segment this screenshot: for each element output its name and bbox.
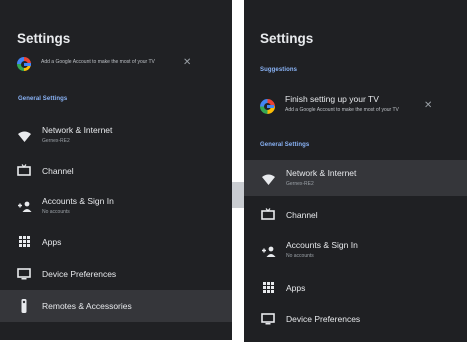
settings-item-device-preferences[interactable]: Device Preferences (0, 257, 232, 291)
settings-panel-left: Settings Add a Google Account to make th… (0, 0, 232, 340)
page-title: Settings (260, 31, 314, 46)
settings-item-label: Apps (286, 283, 306, 293)
tv-icon (260, 206, 276, 222)
add-person-icon (16, 198, 32, 214)
settings-item-network[interactable]: Network & Internet Gernex-RE2 (0, 120, 232, 154)
settings-item-label: Accounts & Sign In (42, 196, 114, 206)
settings-item-sub: Gernex-RE2 (42, 138, 70, 144)
close-icon[interactable]: ✕ (183, 58, 191, 68)
settings-item-sub: No accounts (286, 253, 314, 259)
setup-card-text: Add a Google Account to make the most of… (285, 107, 399, 113)
section-general-settings: General Settings (18, 96, 68, 102)
settings-item-label: Device Preferences (286, 314, 361, 324)
page-title: Settings (17, 31, 71, 46)
monitor-icon (16, 266, 32, 282)
settings-item-apps[interactable]: Apps (0, 225, 232, 259)
settings-item-network[interactable]: Network & Internet Gernex-RE2 (244, 160, 467, 196)
google-icon (17, 57, 31, 71)
setup-card-title: Finish setting up your TV (285, 94, 379, 104)
settings-item-label: Accounts & Sign In (286, 240, 358, 250)
section-general-settings: General Settings (260, 142, 310, 148)
settings-item-apps[interactable]: Apps (244, 271, 467, 305)
panel-divider (232, 0, 244, 342)
settings-item-channel[interactable]: Channel (244, 198, 467, 232)
google-icon (260, 99, 275, 114)
settings-item-channel[interactable]: Channel (0, 154, 232, 188)
add-person-icon (260, 243, 276, 259)
wifi-icon (260, 171, 276, 187)
settings-item-label: Network & Internet (286, 168, 357, 178)
settings-item-remotes[interactable]: Remotes & Accessories (0, 290, 232, 322)
settings-item-label: Channel (42, 166, 74, 176)
remote-icon (16, 298, 32, 314)
account-card-text: Add a Google Account to make the most of… (41, 59, 155, 65)
settings-item-label: Network & Internet (42, 125, 113, 135)
close-icon[interactable]: ✕ (424, 101, 432, 111)
settings-item-accounts[interactable]: Accounts & Sign In No accounts (244, 234, 467, 268)
scroll-tab (232, 182, 244, 208)
settings-item-sub: Gernex-RE2 (286, 181, 314, 187)
settings-item-device-preferences[interactable]: Device Preferences (244, 302, 467, 336)
settings-item-label: Channel (286, 210, 318, 220)
apps-grid-icon (16, 233, 32, 249)
apps-grid-icon (260, 279, 276, 295)
wifi-icon (16, 128, 32, 144)
settings-item-accounts[interactable]: Accounts & Sign In No accounts (0, 190, 232, 224)
monitor-icon (260, 311, 276, 327)
section-suggestions: Suggestions (260, 67, 298, 73)
settings-item-label: Apps (42, 237, 62, 247)
settings-item-label: Device Preferences (42, 269, 117, 279)
settings-item-sub: No accounts (42, 209, 70, 215)
settings-panel-right: Settings Suggestions Finish setting up y… (244, 0, 467, 342)
settings-item-label: Remotes & Accessories (42, 301, 132, 311)
tv-icon (16, 162, 32, 178)
